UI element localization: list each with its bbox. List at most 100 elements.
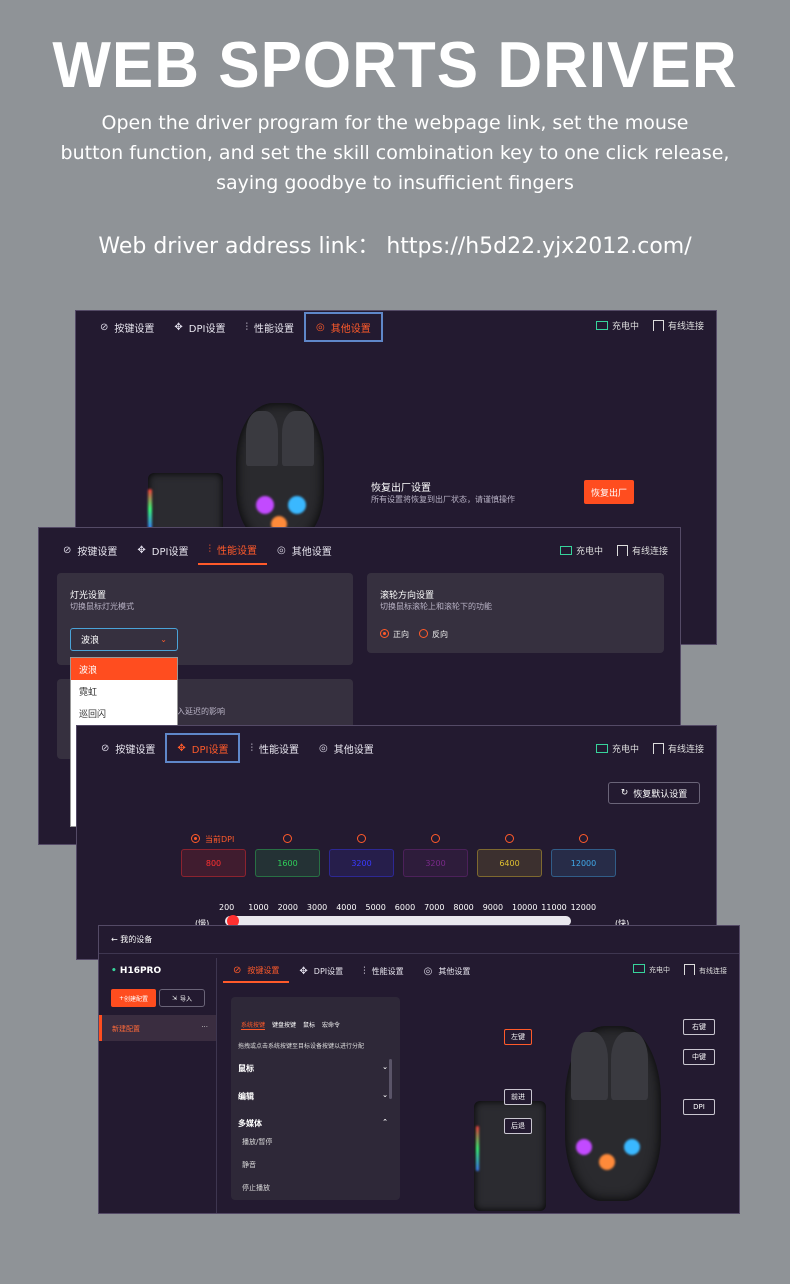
reset-description: 所有设置将恢复到出厂状态，请谨慎操作 xyxy=(371,495,515,504)
tab-dpi[interactable]: ✥ DPI设置 xyxy=(165,733,241,763)
device-label: H16PRO xyxy=(119,966,162,976)
tab-performance[interactable]: ⫶ 性能设置 xyxy=(198,535,267,565)
menu-category[interactable]: 多媒体 ⌃ xyxy=(238,1118,388,1129)
back-link[interactable]: ← 我的设备 xyxy=(111,934,152,945)
menu-tip: 拖拽或点击系统按键至目标设备按键以进行分配 xyxy=(238,1043,365,1050)
sliders-icon: ⫶ xyxy=(245,321,248,333)
charging-status: 充电中 xyxy=(559,544,603,557)
menu-tab[interactable]: 键盘按键 xyxy=(272,1020,296,1030)
arrow-left-icon: ← xyxy=(111,935,118,944)
menu-item[interactable]: 播放/暂停 xyxy=(242,1137,272,1147)
chevron-down-icon: ⌄ xyxy=(382,1063,388,1071)
tab-label: 其他设置 xyxy=(333,744,374,756)
sliders-icon: ⫶ xyxy=(363,965,366,977)
tab-label: 按键设置 xyxy=(247,965,280,975)
dock-glow xyxy=(148,489,152,529)
callout-left-button[interactable]: 左键 xyxy=(504,1029,532,1045)
dpi-level-box[interactable]: 6400 xyxy=(477,849,542,877)
driver-address-link[interactable]: Web driver address link： https://h5d22.y… xyxy=(0,228,790,260)
callout-middle-button[interactable]: 中键 xyxy=(683,1049,715,1065)
dpi-level-radio[interactable] xyxy=(505,834,514,843)
create-config-button[interactable]: + 创建配置 xyxy=(111,989,156,1007)
callout-forward-button[interactable]: 前进 xyxy=(504,1089,532,1105)
tab-other[interactable]: ◎ 其他设置 xyxy=(414,959,481,983)
tab-other[interactable]: ◎ 其他设置 xyxy=(267,535,342,565)
crosshair-icon: ✥ xyxy=(299,965,308,977)
usb-icon xyxy=(652,743,664,754)
menu-tab[interactable]: 宏命令 xyxy=(322,1020,340,1030)
tab-other[interactable]: ◎ 其他设置 xyxy=(309,733,384,763)
charging-status: 充电中 xyxy=(595,742,639,755)
dropdown-option[interactable]: 波浪 xyxy=(71,658,177,680)
menu-tab[interactable]: 系统按键 xyxy=(241,1020,266,1030)
divider xyxy=(99,953,739,954)
tab-performance[interactable]: ⫶ 性能设置 xyxy=(235,312,304,342)
tab-dpi[interactable]: ✥ DPI设置 xyxy=(289,959,353,983)
chevron-up-icon: ⌃ xyxy=(382,1118,388,1126)
tab-label: 性能设置 xyxy=(216,545,257,557)
restore-default-button[interactable]: ↻ 恢复默认设置 xyxy=(608,782,700,804)
dpi-level-box[interactable]: 3200 xyxy=(329,849,394,877)
hero-desc-line-2: button function, and set the skill combi… xyxy=(60,142,730,164)
import-button[interactable]: ⇲ 导入 xyxy=(159,989,205,1007)
tab-label: 按键设置 xyxy=(115,744,156,756)
mouse-right-button xyxy=(611,1032,648,1100)
more-icon[interactable]: ··· xyxy=(201,1023,208,1031)
dpi-level-box[interactable]: 12000 xyxy=(551,849,616,877)
menu-category[interactable]: 鼠标 ⌄ xyxy=(238,1063,388,1074)
connection-status: 有线连接 xyxy=(652,742,704,755)
light-mode-select[interactable]: 波浪 ⌄ xyxy=(70,628,178,651)
dpi-tick-label: 7000 xyxy=(424,903,445,912)
dropdown-option[interactable]: 巡回闪 xyxy=(71,702,177,724)
dpi-level-radio[interactable] xyxy=(283,834,292,843)
dpi-level-radio[interactable] xyxy=(579,834,588,843)
tab-keys[interactable]: ⊘ 按键设置 xyxy=(53,535,127,565)
charging-label: 充电中 xyxy=(575,547,603,557)
tab-keys[interactable]: ⊘ 按键设置 xyxy=(91,733,165,763)
scroll-forward-radio[interactable]: 正向 xyxy=(380,629,409,640)
dropdown-option[interactable]: 霓虹 xyxy=(71,680,177,702)
tab-keys[interactable]: ⊘ 按键设置 xyxy=(90,312,164,342)
dpi-level-box[interactable]: 1600 xyxy=(255,849,320,877)
tab-performance[interactable]: ⫶ 性能设置 xyxy=(240,733,309,763)
scrollbar[interactable] xyxy=(389,1059,392,1099)
tab-keys[interactable]: ⊘ 按键设置 xyxy=(223,959,290,983)
config-item[interactable]: 新建配置 ··· xyxy=(99,1015,216,1041)
connection-status: 有线连接 xyxy=(684,964,727,976)
tab-performance[interactable]: ⫶ 性能设置 xyxy=(353,959,414,983)
tab-label: DPI设置 xyxy=(191,744,229,756)
dpi-tick-label: 9000 xyxy=(482,903,504,912)
category-label: 鼠标 xyxy=(238,1064,254,1073)
status-dot-icon: • xyxy=(111,966,117,976)
usb-icon xyxy=(616,545,628,556)
callout-dpi-button[interactable]: DPI xyxy=(683,1099,715,1115)
tab-dpi[interactable]: ✥ DPI设置 xyxy=(127,535,198,565)
tab-other[interactable]: ◎ 其他设置 xyxy=(303,312,383,342)
dpi-level-box[interactable]: 3200 xyxy=(403,849,468,877)
restore-default-label: 恢复默认设置 xyxy=(633,789,688,800)
scroll-settings-subtitle: 切换鼠标滚轮上和滚轮下的功能 xyxy=(380,602,492,611)
mouse-rgb-glow xyxy=(599,1154,615,1170)
menu-category[interactable]: 编辑 ⌄ xyxy=(238,1091,388,1102)
tab-dpi[interactable]: ✥ DPI设置 xyxy=(164,312,235,342)
menu-item[interactable]: 停止播放 xyxy=(242,1183,270,1193)
menu-tabs: 系统按键 键盘按键 鼠标 宏命令 xyxy=(241,1020,340,1030)
device-status: 充电中 有线连接 xyxy=(595,319,704,332)
callout-back-button[interactable]: 后退 xyxy=(504,1118,532,1134)
callout-right-button[interactable]: 右键 xyxy=(683,1019,715,1035)
battery-icon xyxy=(559,546,572,555)
tab-label: 性能设置 xyxy=(371,966,404,976)
factory-reset-button[interactable]: 恢复出厂 xyxy=(584,480,634,504)
menu-item[interactable]: 静音 xyxy=(242,1160,256,1170)
current-dpi-label: 当前DPI xyxy=(205,835,235,844)
menu-tab[interactable]: 鼠标 xyxy=(303,1020,315,1030)
dpi-level-box[interactable]: 800 xyxy=(181,849,246,877)
dpi-level-radio[interactable] xyxy=(357,834,366,843)
dpi-tick-label: 12000 xyxy=(570,903,597,912)
scroll-reverse-radio[interactable]: 反向 xyxy=(419,629,448,640)
dpi-level-radio[interactable] xyxy=(431,834,440,843)
usb-icon xyxy=(684,964,695,975)
dock-glow xyxy=(476,1126,479,1171)
dpi-level-radio[interactable] xyxy=(191,834,200,843)
dpi-tick-label: 6000 xyxy=(394,903,416,912)
